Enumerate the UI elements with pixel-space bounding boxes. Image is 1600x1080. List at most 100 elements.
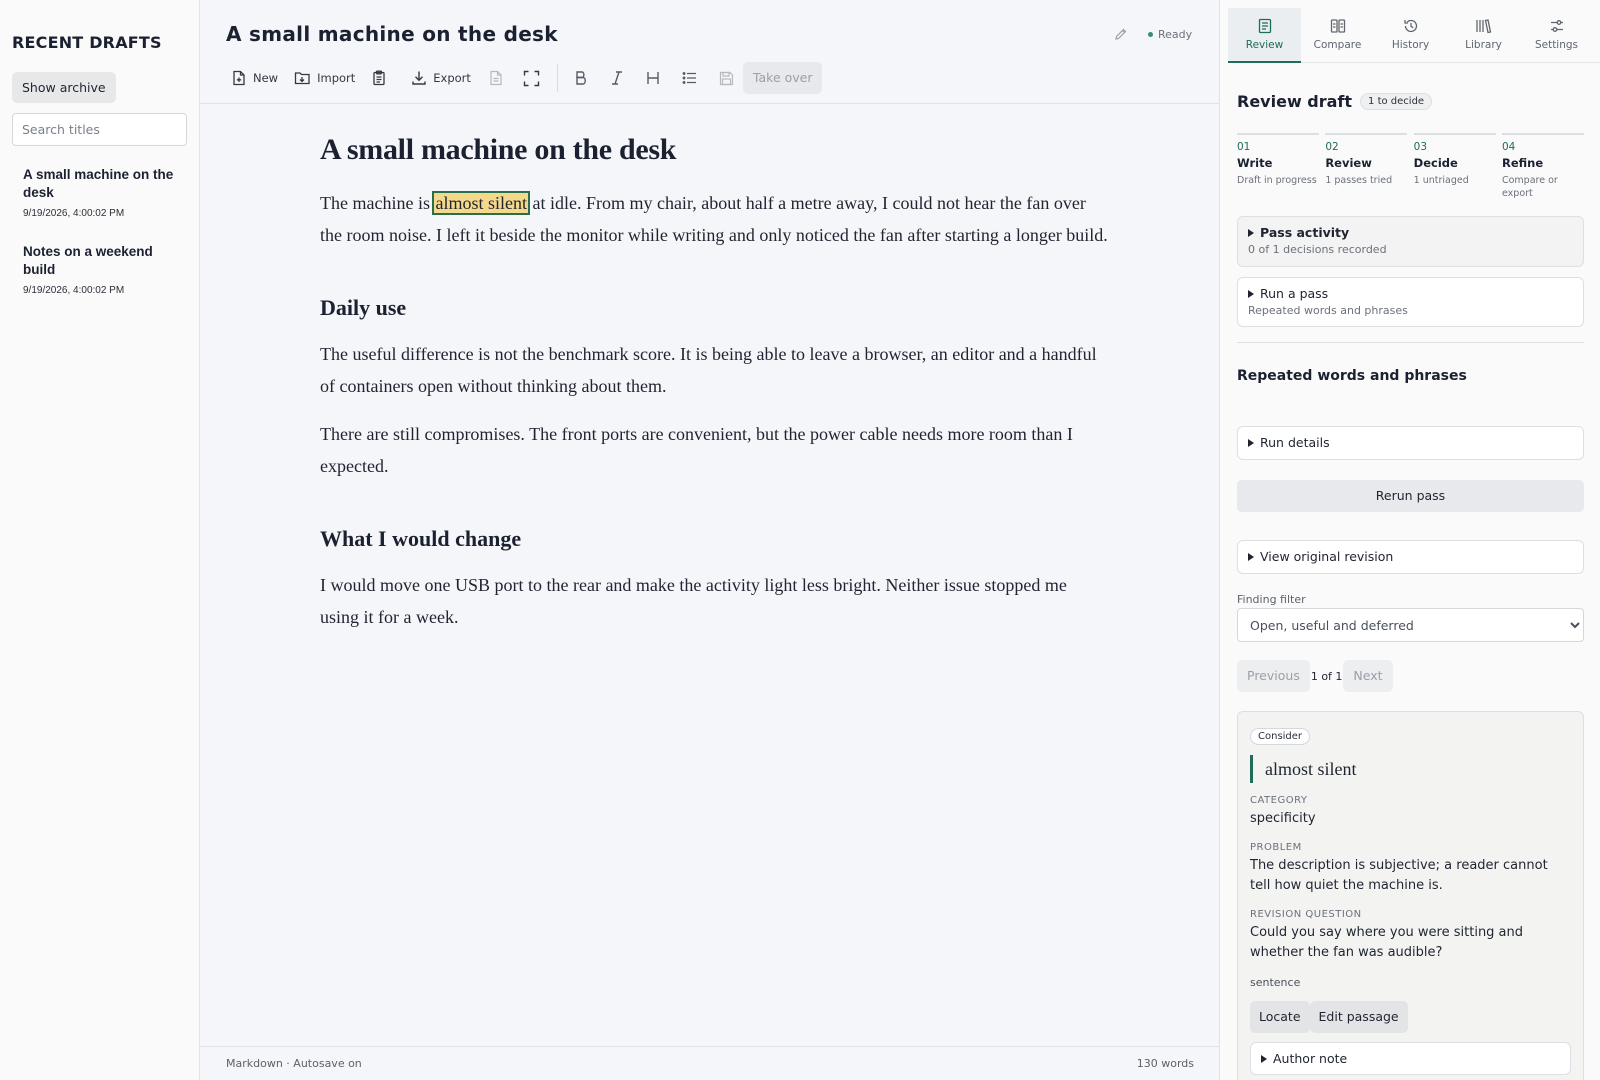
document-body[interactable]: A small machine on the desk The machine …	[320, 104, 1110, 633]
disclosure-subtitle: 0 of 1 decisions recorded	[1248, 243, 1387, 256]
step-number: 03	[1413, 141, 1428, 153]
new-button[interactable]: New	[226, 62, 283, 94]
clipboard-icon	[371, 70, 387, 86]
status-text: Ready	[1158, 28, 1193, 41]
editor-area: A small machine on the desk Ready New Im…	[200, 0, 1220, 1080]
view-original-disclosure[interactable]: View original revision	[1237, 540, 1584, 574]
bold-icon	[574, 70, 588, 86]
step-name: Refine	[1501, 156, 1544, 170]
editor-toolbar: New Import Export Take over	[226, 62, 823, 94]
show-archive-button[interactable]: Show archive	[12, 72, 116, 103]
tab-compare[interactable]: Compare	[1301, 8, 1374, 63]
run-details-disclosure[interactable]: Run details	[1237, 426, 1584, 460]
export-button[interactable]: Export	[406, 62, 476, 94]
settings-sliders-icon	[1549, 18, 1565, 39]
author-note-disclosure[interactable]: Author note	[1250, 1041, 1571, 1075]
history-icon	[1403, 18, 1419, 39]
draft-date: 9/19/2026, 4:00:02 PM	[23, 285, 125, 296]
highlighted-finding[interactable]: almost silent	[432, 191, 530, 215]
step-number: 02	[1325, 141, 1339, 153]
review-icon	[1257, 18, 1273, 39]
import-button[interactable]: Import	[289, 62, 360, 94]
finding-quote: almost silent	[1250, 755, 1571, 783]
compare-icon	[1330, 18, 1346, 39]
fullscreen-button[interactable]	[518, 62, 545, 94]
bold-button[interactable]	[569, 62, 593, 94]
doc-paragraph: The useful difference is not the benchma…	[320, 344, 1097, 396]
disclosure-title: View original revision	[1260, 549, 1394, 564]
next-button[interactable]: Next	[1343, 660, 1393, 692]
list-icon	[682, 71, 697, 85]
search-titles-input[interactable]	[12, 113, 187, 146]
document-view-button[interactable]	[484, 62, 508, 94]
step-name: Write	[1237, 156, 1273, 170]
review-content: Review draft 1 to decide 01 Write Draft …	[1237, 63, 1584, 1080]
export-label: Export	[433, 71, 471, 85]
doc-heading-2: What I would change	[320, 526, 522, 551]
new-file-icon	[231, 70, 253, 86]
doc-paragraph: I would move one USB port to the rear an…	[320, 575, 1067, 627]
locate-button[interactable]: Locate	[1250, 1000, 1310, 1033]
fullscreen-icon	[523, 70, 540, 87]
category-value: specificity	[1250, 811, 1316, 826]
pass-activity-disclosure[interactable]: Pass activity 0 of 1 decisions recorded	[1237, 216, 1584, 267]
step-refine[interactable]: 04 Refine Compare or export	[1501, 133, 1584, 200]
list-button[interactable]	[677, 62, 702, 94]
doc-paragraph: The machine is almost silent at idle. Fr…	[320, 188, 1110, 251]
draft-title: A small machine on the desk	[23, 167, 174, 200]
revision-question-value: Could you say where you were sitting and…	[1250, 924, 1524, 961]
finding-card: Consider almost silent CATEGORY specific…	[1237, 711, 1584, 1080]
step-number: 01	[1237, 141, 1251, 153]
disclosure-title: Run a pass	[1260, 286, 1329, 301]
italic-icon	[610, 70, 624, 86]
tab-settings[interactable]: Settings	[1520, 8, 1593, 63]
tab-label: Settings	[1534, 39, 1579, 51]
review-panel: Review Compare History Library Settings …	[1220, 0, 1600, 1080]
italic-button[interactable]	[605, 62, 629, 94]
step-name: Decide	[1413, 156, 1458, 170]
doc-paragraph: There are still compromises. The front p…	[320, 424, 1073, 476]
tab-library[interactable]: Library	[1447, 8, 1520, 63]
draft-title: Notes on a weekend build	[23, 244, 153, 277]
document-icon	[489, 70, 503, 86]
status-dot-icon	[1148, 31, 1153, 37]
heading-button[interactable]	[641, 62, 665, 94]
library-icon	[1475, 18, 1492, 39]
revision-question-label: REVISION QUESTION	[1250, 908, 1362, 920]
new-label: New	[253, 71, 279, 85]
step-description: Draft in progress	[1237, 175, 1317, 186]
workflow-steps: 01 Write Draft in progress 02 Review 1 p…	[1237, 133, 1584, 200]
rerun-pass-button[interactable]: Rerun pass	[1237, 480, 1584, 512]
step-number: 04	[1501, 141, 1516, 153]
edit-passage-button[interactable]: Edit passage	[1309, 1000, 1408, 1033]
sidebar-title: RECENT DRAFTS	[12, 33, 162, 52]
import-folder-icon	[294, 70, 317, 86]
drafts-sidebar: RECENT DRAFTS Show archive A small machi…	[0, 0, 200, 1080]
take-over-button[interactable]: Take over	[742, 62, 823, 94]
finding-filter-select[interactable]: Open, useful and deferred	[1237, 608, 1584, 642]
document-title: A small machine on the desk	[226, 22, 558, 46]
draft-list-item[interactable]: Notes on a weekend build 9/19/2026, 4:00…	[12, 243, 187, 296]
step-name: Review	[1325, 156, 1372, 170]
save-button[interactable]	[714, 62, 739, 94]
draft-date: 9/19/2026, 4:00:02 PM	[23, 208, 125, 219]
disclosure-title: Author note	[1273, 1050, 1348, 1066]
tab-history[interactable]: History	[1374, 8, 1447, 63]
decide-count-badge: 1 to decide	[1360, 93, 1433, 110]
step-review[interactable]: 02 Review 1 passes tried	[1325, 133, 1408, 200]
draft-list-item[interactable]: A small machine on the desk 9/19/2026, 4…	[12, 166, 187, 219]
tab-label: Compare	[1313, 39, 1362, 51]
step-decide[interactable]: 03 Decide 1 untriaged	[1413, 133, 1496, 200]
rename-pencil-icon[interactable]	[1114, 27, 1128, 41]
finding-severity-badge: Consider	[1250, 728, 1311, 745]
doc-heading-1: A small machine on the desk	[320, 133, 677, 166]
panel-tabs: Review Compare History Library Settings	[1228, 8, 1600, 63]
toolbar-divider	[556, 64, 558, 92]
tab-review[interactable]: Review	[1228, 8, 1301, 63]
page-count: 1 of 1	[1310, 669, 1343, 683]
section-divider	[1237, 342, 1584, 343]
paste-button[interactable]	[366, 62, 392, 94]
run-pass-disclosure[interactable]: Run a pass Repeated words and phrases	[1237, 277, 1584, 327]
previous-button[interactable]: Previous	[1237, 660, 1310, 692]
step-write[interactable]: 01 Write Draft in progress	[1237, 133, 1319, 200]
